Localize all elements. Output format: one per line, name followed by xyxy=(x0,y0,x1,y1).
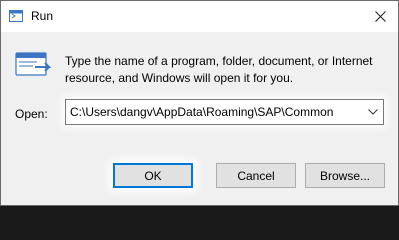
dialog-description: Type the name of a program, folder, docu… xyxy=(65,54,373,85)
open-input[interactable] xyxy=(70,104,350,120)
dropdown-button[interactable] xyxy=(363,100,383,124)
cancel-button[interactable]: Cancel xyxy=(216,163,296,188)
open-label-text: Open: xyxy=(15,107,48,121)
run-app-icon xyxy=(9,9,23,23)
close-button[interactable] xyxy=(368,6,392,26)
open-label: Open: xyxy=(15,107,48,121)
browse-button[interactable]: Browse... xyxy=(305,163,385,188)
browse-button-label: Browse... xyxy=(319,168,370,183)
open-combobox[interactable] xyxy=(65,99,384,125)
window-title: Run xyxy=(31,9,54,23)
ok-button[interactable]: OK xyxy=(113,163,193,188)
cancel-button-label: Cancel xyxy=(237,168,275,183)
title-bar: Run xyxy=(1,1,398,32)
close-icon xyxy=(374,10,386,22)
run-dialog-icon xyxy=(15,51,52,79)
run-dialog: Run Type the name of a program, folder, … xyxy=(0,0,399,206)
ok-button-label: OK xyxy=(144,168,162,183)
chevron-down-icon xyxy=(368,109,378,115)
